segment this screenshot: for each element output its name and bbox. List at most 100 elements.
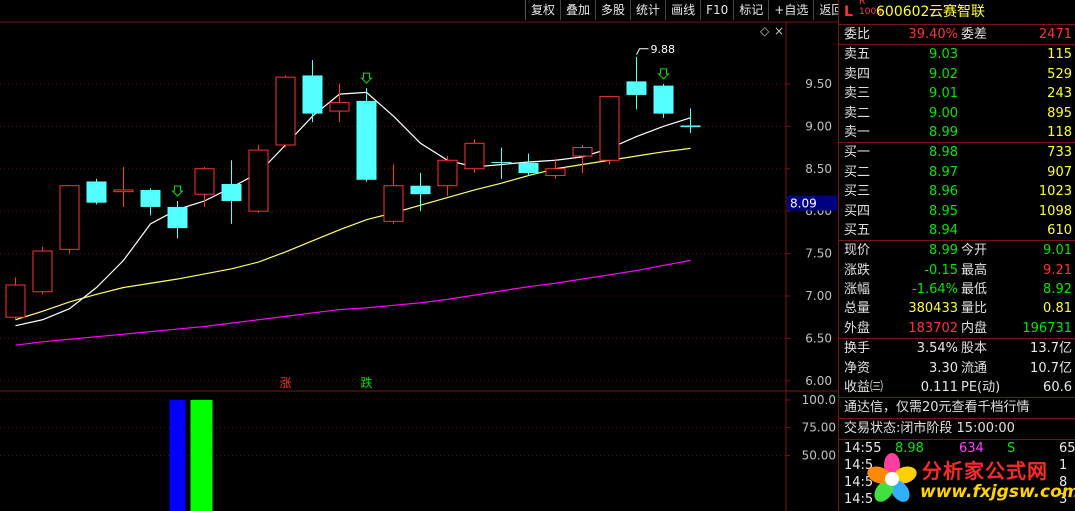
signal-label: 跌	[360, 375, 372, 390]
sell-row-label: 卖三	[844, 86, 871, 102]
sell-row-value: 9.00	[929, 105, 958, 121]
toolbar-button-5[interactable]: F10	[700, 0, 733, 20]
webi-row: 委比 39.40% 委差 2471	[839, 25, 1075, 46]
watermark-logo: 分析家公式网 www.fxjgsw.com	[862, 449, 1075, 507]
buy-row-value2: 1023	[1038, 184, 1072, 200]
sell-row-value: 9.03	[929, 47, 958, 63]
indicator-tick-label: 75.00	[802, 421, 836, 435]
fund-row-value2: 13.7亿	[1030, 341, 1072, 357]
fund-row-label2: PE(动)	[961, 380, 1001, 396]
market-flag: L	[844, 4, 853, 20]
candle-body	[437, 159, 458, 187]
stat-row-value2: 0.81	[1043, 301, 1072, 317]
toolbar-button-4[interactable]: 画线	[665, 0, 700, 20]
toolbar-button-6[interactable]: 标记	[733, 0, 768, 20]
candle-body	[356, 100, 377, 180]
sell-row-value: 9.01	[929, 86, 958, 102]
indicator-tick-label: 50.00	[802, 448, 836, 462]
indicator-tick-label: 100.0	[802, 393, 836, 407]
weicha-label: 委差	[961, 27, 988, 42]
stat-row: 涨幅 -1.64% 最低 8.92	[839, 280, 1075, 299]
stat-row-label: 现价	[844, 243, 871, 259]
weicha-value: 2471	[1038, 27, 1072, 42]
kline-chart-area[interactable]: ◇ × 6.00 6.50 7.00 7.50 8.00 8.50 9.00 9.50 8.09 9.…	[0, 0, 843, 511]
promo-text[interactable]: 通达信，仅需20元查看千档行情	[839, 398, 1075, 420]
kline-chart[interactable]: ◇ ×6.006.507.007.508.008.509.009.508.099.…	[0, 0, 838, 511]
trade-state-value: 闭市阶段 15:00:00	[900, 421, 1015, 437]
logo-title: 分析家公式网	[922, 459, 1048, 483]
toolbar-button-0[interactable]: 复权	[525, 0, 560, 20]
sell-row-value2: 895	[1047, 105, 1072, 121]
candle-body	[491, 161, 512, 163]
buy-row: 买四 8.95 1098	[839, 202, 1075, 221]
fund-row-label: 收益㈢	[844, 380, 884, 396]
fund-row-value: 3.54%	[916, 341, 958, 357]
candle-body	[221, 184, 242, 201]
stat-row-label2: 今开	[961, 243, 988, 259]
fund-row: 换手 3.54% 股本 13.7亿	[839, 339, 1075, 358]
candle-body	[329, 102, 350, 112]
stat-row-value: 183702	[908, 320, 958, 336]
webi-label: 委比	[844, 27, 871, 42]
sell-row-label: 卖四	[844, 66, 871, 82]
candle-body	[248, 149, 269, 212]
buy-row-value: 8.97	[929, 164, 958, 180]
fund-row-label2: 流通	[961, 360, 988, 376]
ma-mid-line	[15, 147, 691, 321]
price-tick-label: 6.50	[805, 331, 832, 345]
stat-row-label: 涨跌	[844, 262, 871, 278]
buy-row-value: 8.96	[929, 184, 958, 200]
down-arrow-icon	[171, 185, 184, 197]
buy-book: 买一 8.98 733 买二 8.97 907 买三 8.96 1023 买四 8.95 1098 买五…	[839, 143, 1075, 242]
candle-body	[653, 85, 674, 114]
toolbar-button-7[interactable]: +自选	[768, 0, 813, 20]
stat-row-label2: 最高	[961, 262, 988, 278]
pane-close-icon: ×	[774, 24, 784, 38]
logo-url: www.fxjgsw.com	[920, 482, 1075, 502]
stat-row-value2: 9.01	[1043, 243, 1072, 259]
candle-body	[410, 185, 431, 195]
down-arrow-icon	[360, 72, 373, 84]
price-tick-label: 9.00	[805, 119, 832, 133]
pane-switch-icon: ◇	[760, 24, 770, 38]
stats-block: 现价 8.99 今开 9.01 涨跌 -0.15 最高 9.21 涨幅 -1.64% 最低 8.92 总…	[839, 241, 1075, 340]
candle-body	[275, 76, 296, 146]
buy-row-value: 8.95	[929, 203, 958, 219]
sell-row: 卖三 9.01 243	[839, 84, 1075, 103]
price-tick-label: 6.00	[805, 374, 832, 388]
candle-body	[32, 250, 53, 293]
fund-row-value2: 60.6	[1043, 380, 1072, 396]
stock-code: 600602	[876, 4, 930, 20]
buy-row-value: 8.94	[929, 222, 958, 238]
quote-panel: L R 1000 600602 云赛智联 委比 39.40% 委差 2471 卖五…	[838, 0, 1075, 511]
price-tick-label: 7.50	[805, 247, 832, 261]
fund-row: 收益㈢ 0.111 PE(动) 60.6	[839, 378, 1075, 397]
stat-row-label: 涨幅	[844, 282, 871, 298]
sell-row: 卖二 9.00 895	[839, 104, 1075, 123]
candle-body	[680, 125, 701, 128]
toolbar-button-1[interactable]: 叠加	[560, 0, 595, 20]
buy-row-label: 买二	[844, 164, 871, 180]
toolbar-button-2[interactable]: 多股	[595, 0, 630, 20]
buy-row-value: 8.98	[929, 145, 958, 161]
toolbar-button-3[interactable]: 统计	[630, 0, 665, 20]
sell-row: 卖五 9.03 115	[839, 45, 1075, 64]
sell-row-value2: 529	[1047, 66, 1072, 82]
candle-body	[113, 189, 134, 193]
buy-row-label: 买四	[844, 203, 871, 219]
buy-row: 买二 8.97 907	[839, 163, 1075, 182]
webi-value: 39.40%	[908, 27, 958, 42]
sell-row-label: 卖五	[844, 47, 871, 63]
buy-row-value2: 1098	[1038, 203, 1072, 219]
stat-row: 涨跌 -0.15 最高 9.21	[839, 261, 1075, 280]
candle-body	[626, 81, 647, 95]
sell-row-label: 卖一	[844, 124, 871, 140]
trade-state-label: 交易状态:	[844, 421, 901, 437]
fund-row-value: 0.111	[920, 380, 958, 396]
buy-row-label: 买五	[844, 222, 871, 238]
toolbar: 复权 叠加 多股 统计 画线 F10 标记 +自选 返回	[525, 0, 848, 22]
buy-row: 买三 8.96 1023	[839, 182, 1075, 201]
stock-name: 云赛智联	[929, 4, 985, 20]
stat-row-value2: 196731	[1022, 320, 1072, 336]
buy-row: 买一 8.98 733	[839, 143, 1075, 162]
